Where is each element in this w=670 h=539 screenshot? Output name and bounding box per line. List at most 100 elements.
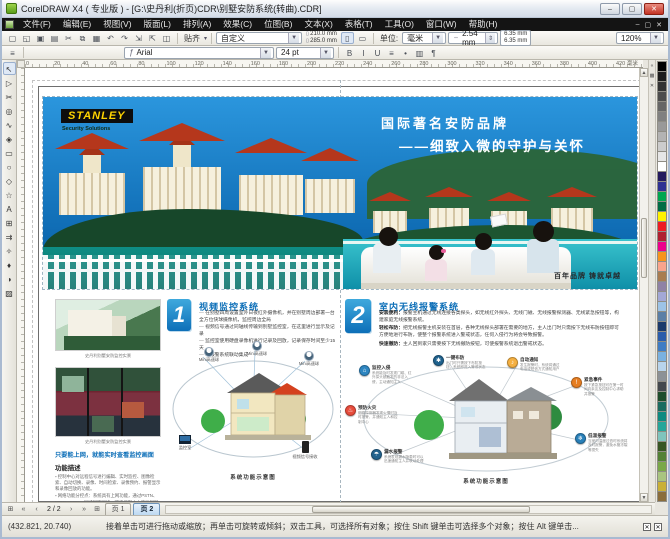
print-icon[interactable]: ▤ <box>48 32 61 44</box>
rectangle-tool[interactable]: ▭ <box>3 146 16 159</box>
mdi-restore-button[interactable]: ▢ <box>645 21 652 29</box>
open-icon[interactable]: ◱ <box>20 32 33 44</box>
application-launcher-icon[interactable]: ◫ <box>160 32 173 44</box>
undo-icon[interactable]: ↶ <box>104 32 117 44</box>
font-family-combo[interactable]: ƒ Arial▼ <box>124 47 274 59</box>
fill-tool[interactable]: ◑ <box>3 272 16 285</box>
shape-tool[interactable]: ▷ <box>3 76 16 89</box>
chevron-down-icon[interactable]: ▾ <box>204 35 207 42</box>
freehand-tool[interactable]: ∿ <box>3 118 16 131</box>
chevron-down-icon[interactable]: ▼ <box>650 33 661 43</box>
minimize-button[interactable]: – <box>600 3 620 15</box>
brand-slogan[interactable]: 百年品牌 铸就卓越 <box>554 271 621 281</box>
chevron-down-icon[interactable]: ▼ <box>320 48 331 58</box>
menu-item[interactable]: 编辑(E) <box>57 18 97 31</box>
scroll-up-icon[interactable]: ▲ <box>640 68 648 77</box>
headline-line1[interactable]: 国际著名安防品牌 <box>381 113 509 132</box>
nudge-offset-field[interactable]: ⇔ 2.54 mm⇕ <box>448 32 498 44</box>
maximize-button[interactable]: ▢ <box>622 3 642 15</box>
next-page-icon[interactable]: › <box>66 506 77 513</box>
document-page[interactable]: STANLEY Security Solutions 国际著名安防品牌 ——细致… <box>38 86 640 502</box>
first-page-icon[interactable]: « <box>18 506 29 513</box>
duplicate-distance-fields[interactable]: 6.35 mm 6.35 mm <box>500 30 531 46</box>
cut-icon[interactable]: ✂ <box>62 32 75 44</box>
interactive-blend-tool[interactable]: ⇉ <box>3 230 16 243</box>
horizontal-ruler[interactable]: 0204060801001201401601802002202402602803… <box>25 60 643 68</box>
stanley-tagline[interactable]: Security Solutions <box>62 126 110 132</box>
flyout-icon[interactable]: ≡ <box>6 47 19 59</box>
vertical-scrollbar[interactable]: ▲ ▼ <box>639 68 648 502</box>
outline-tool[interactable]: ♦ <box>3 258 16 271</box>
import-icon[interactable]: ⇲ <box>132 32 145 44</box>
paper-size-fields[interactable]: 210.0 mm 285.0 mm <box>304 31 339 45</box>
snap-button[interactable]: 贴齐 <box>182 33 202 44</box>
menu-item[interactable]: 表格(T) <box>339 18 379 31</box>
redo-icon[interactable]: ↷ <box>118 32 131 44</box>
columns-icon[interactable]: ▥ <box>413 47 426 59</box>
menu-item[interactable]: 文本(X) <box>298 18 338 31</box>
bullet-list-icon[interactable]: • <box>399 47 412 59</box>
scroll-down-icon[interactable]: ▼ <box>640 493 648 502</box>
text-tool[interactable]: A <box>3 202 16 215</box>
menu-item[interactable]: 视图(V) <box>97 18 137 31</box>
menu-item[interactable]: 排列(A) <box>177 18 217 31</box>
bold-icon[interactable]: B <box>343 47 356 59</box>
add-page-icon[interactable]: ⊞ <box>5 505 16 513</box>
copy-icon[interactable]: ⧉ <box>76 32 89 44</box>
zoom-level-combo[interactable]: 120%▼ <box>616 32 664 44</box>
page-tab-2[interactable]: 页 2 <box>133 503 160 515</box>
smart-fill-tool[interactable]: ◈ <box>3 132 16 145</box>
previous-page-icon[interactable]: ‹ <box>31 506 42 513</box>
save-icon[interactable]: ▣ <box>34 32 47 44</box>
docker-collapse-icon[interactable]: « <box>651 63 654 69</box>
export-icon[interactable]: ⇱ <box>146 32 159 44</box>
basic-shapes-tool[interactable]: ☆ <box>3 188 16 201</box>
section-wireless-alarm[interactable]: 2 室内无线报警系统 安装便利：报警主机通过无线连接各类探头，如无线红外探头、无… <box>345 299 627 497</box>
menu-item[interactable]: 版面(L) <box>138 18 177 31</box>
brochure-header-artwork[interactable]: STANLEY Security Solutions 国际著名安防品牌 ——细致… <box>43 97 637 289</box>
chevron-down-icon[interactable]: ▼ <box>432 33 443 43</box>
chevron-down-icon[interactable]: ▼ <box>288 33 299 43</box>
landscape-orientation-button[interactable]: ▭ <box>356 32 369 44</box>
text-align-icon[interactable]: ≡ <box>385 47 398 59</box>
polygon-tool[interactable]: ◇ <box>3 174 16 187</box>
headline-line2[interactable]: ——细致入微的守护与关怀 <box>399 135 585 155</box>
page-tab-1[interactable]: 页 1 <box>105 503 132 515</box>
ruler-origin-corner[interactable] <box>17 60 25 68</box>
pick-tool[interactable]: ↖ <box>3 62 16 75</box>
new-document-icon[interactable]: ▢ <box>6 32 19 44</box>
preset-combo[interactable]: 自定义▼ <box>216 32 302 44</box>
eyedropper-tool[interactable]: ✧ <box>3 244 16 257</box>
paste-icon[interactable]: ▦ <box>90 32 103 44</box>
transform-docker-icon[interactable]: ▩ <box>650 73 655 79</box>
crop-tool[interactable]: ✂ <box>3 90 16 103</box>
portrait-orientation-button[interactable]: ▯ <box>341 32 354 44</box>
units-combo[interactable]: 毫米▼ <box>402 32 446 44</box>
last-page-icon[interactable]: » <box>79 506 90 513</box>
table-tool[interactable]: ⊞ <box>3 216 16 229</box>
menu-item[interactable]: 窗口(W) <box>420 18 463 31</box>
horizontal-scrollbar[interactable] <box>165 505 652 514</box>
chevron-down-icon[interactable]: ▼ <box>260 48 271 58</box>
menu-item[interactable]: 文件(F) <box>17 18 57 31</box>
character-formatting-icon[interactable]: ¶ <box>427 47 440 59</box>
interactive-fill-tool[interactable]: ▨ <box>3 286 16 299</box>
menu-item[interactable]: 位图(B) <box>258 18 298 31</box>
section-video-surveillance[interactable]: 史丹利别墅安防监控实景 史丹利别墅安防监控实景 只要能上网，就能实时查看监控画面… <box>55 299 339 497</box>
close-button[interactable]: ✕ <box>644 3 664 15</box>
underline-icon[interactable]: U <box>371 47 384 59</box>
font-size-combo[interactable]: 24 pt▼ <box>276 47 334 59</box>
vertical-scroll-thumb[interactable] <box>641 218 647 278</box>
drawing-canvas[interactable]: STANLEY Security Solutions 国际著名安防品牌 ——细致… <box>25 68 643 502</box>
zoom-tool[interactable]: ◎ <box>3 104 16 117</box>
menu-item[interactable]: 效果(C) <box>217 18 258 31</box>
color-swatch[interactable] <box>657 491 667 502</box>
mdi-minimize-button[interactable]: – <box>636 21 640 29</box>
vertical-ruler[interactable] <box>17 68 25 502</box>
ellipse-tool[interactable]: ○ <box>3 160 16 173</box>
menu-item[interactable]: 工具(O) <box>379 18 420 31</box>
horizontal-scroll-thumb[interactable] <box>312 506 530 513</box>
mdi-close-button[interactable]: ✕ <box>656 21 662 29</box>
add-page-icon[interactable]: ⊞ <box>92 505 103 513</box>
stanley-logo[interactable]: STANLEY <box>61 109 133 123</box>
